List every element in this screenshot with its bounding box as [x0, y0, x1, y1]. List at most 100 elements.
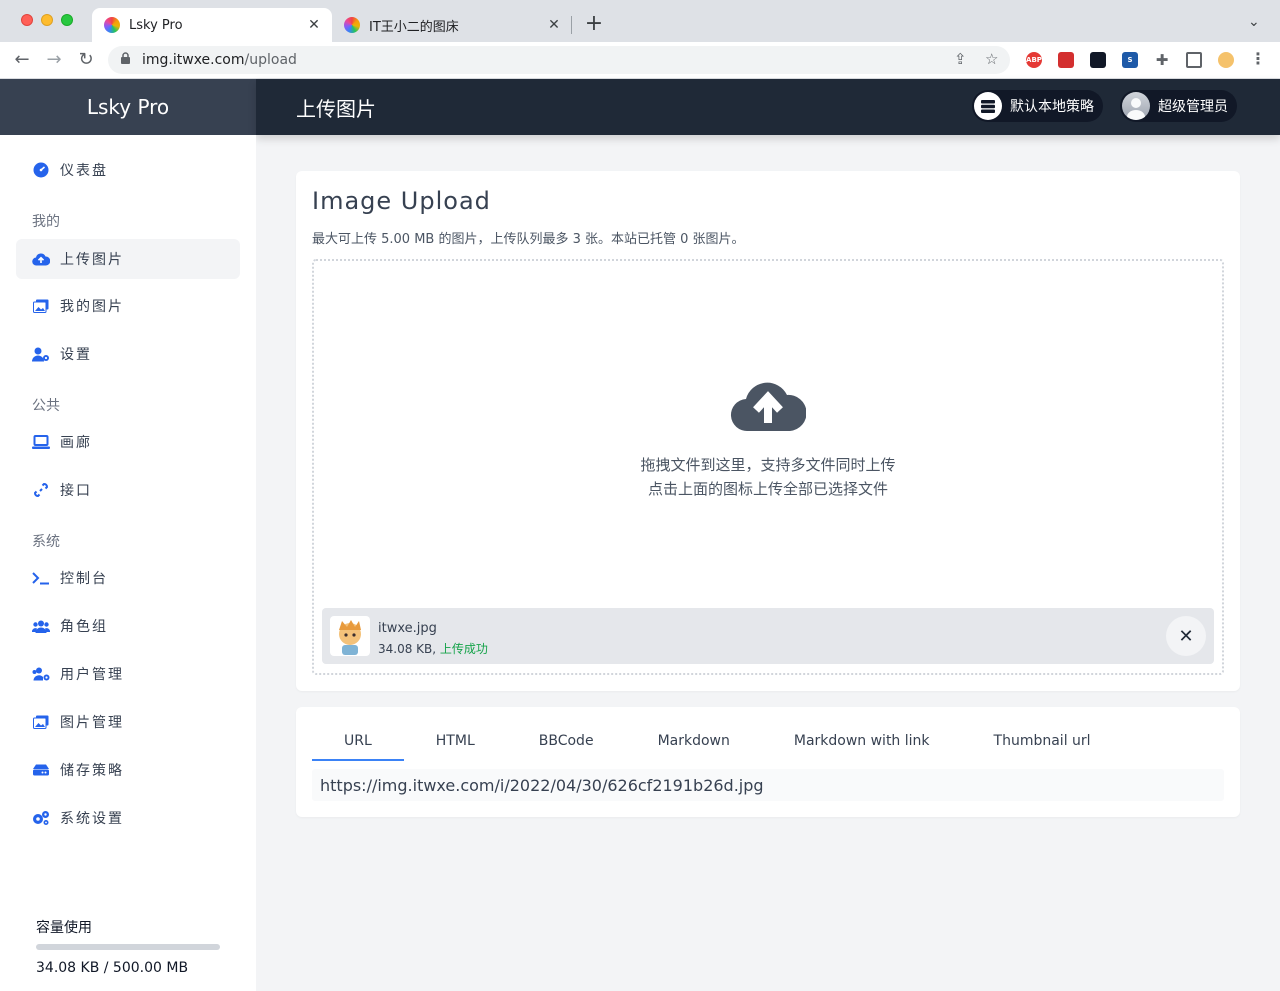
- browser-tab-lsky[interactable]: Lsky Pro ✕: [92, 8, 332, 42]
- terminal-icon: [32, 569, 50, 587]
- tab-bbcode[interactable]: BBCode: [507, 723, 626, 761]
- sidebar-item-api[interactable]: 接口: [16, 470, 240, 510]
- sidebar-item-label: 角色组: [60, 619, 108, 635]
- strategy-label: 默认本地策略: [1010, 99, 1094, 115]
- user-cog-icon: [32, 345, 50, 363]
- sidebar-item-label: 画廊: [60, 435, 92, 451]
- upload-title: Image Upload: [312, 187, 491, 215]
- laptop-icon: [32, 433, 50, 451]
- back-arrow-icon[interactable]: ←: [11, 49, 33, 71]
- capacity-text: 34.08 KB / 500.00 MB: [36, 960, 189, 976]
- sidebar-item-label: 我的图片: [60, 299, 124, 315]
- file-name: itwxe.jpg: [378, 621, 437, 636]
- link-icon: [32, 481, 50, 499]
- s-extension-icon[interactable]: S: [1122, 52, 1138, 68]
- sidebar-item-label: 设置: [60, 347, 92, 363]
- tab-html[interactable]: HTML: [404, 723, 507, 761]
- sidebar-item-roles[interactable]: 角色组: [16, 606, 240, 646]
- extensions-puzzle-icon[interactable]: ✚: [1154, 52, 1170, 68]
- close-window-button[interactable]: [21, 14, 33, 26]
- section-label-system: 系统: [32, 534, 60, 550]
- user-menu-button[interactable]: 超级管理员: [1120, 90, 1237, 122]
- lock-icon: [120, 52, 131, 68]
- close-tab-icon[interactable]: ✕: [546, 17, 562, 33]
- address-bar[interactable]: img.itwxe.com/upload ⇪ ☆: [108, 46, 1010, 74]
- dashboard-gauge-icon: [32, 161, 50, 179]
- profile-avatar-icon[interactable]: [1218, 52, 1234, 68]
- sidebar-item-system-settings[interactable]: 系统设置: [16, 798, 240, 838]
- tab-markdown-with-link[interactable]: Markdown with link: [762, 723, 962, 761]
- images-icon: [32, 297, 50, 315]
- pdf-extension-icon[interactable]: [1058, 52, 1074, 68]
- url-host: img.itwxe.com: [142, 52, 245, 68]
- sidebar-item-settings[interactable]: 设置: [16, 334, 240, 374]
- server-icon: [974, 92, 1002, 120]
- link-format-tabs: URL HTML BBCode Markdown Markdown with l…: [312, 723, 1123, 761]
- drop-instruction-line-1: 拖拽文件到这里，支持多文件同时上传: [640, 456, 896, 474]
- file-meta: 34.08 KB, 上传成功: [378, 640, 488, 657]
- sidebar-item-label: 储存策略: [60, 763, 124, 779]
- share-icon[interactable]: ⇪: [954, 50, 967, 68]
- app-header: 上传图片 默认本地策略 超级管理员: [256, 79, 1280, 135]
- file-status: 上传成功: [439, 642, 488, 656]
- tab-thumbnail-url[interactable]: Thumbnail url: [962, 723, 1123, 761]
- tab-url[interactable]: URL: [312, 723, 404, 761]
- images-icon: [32, 713, 50, 731]
- browser-toolbar: ← → ↻ img.itwxe.com/upload ⇪ ☆ ABP S ✚ ⋮: [0, 42, 1280, 79]
- user-label: 超级管理员: [1158, 99, 1228, 115]
- sidebar-item-upload[interactable]: 上传图片: [16, 239, 240, 279]
- sidebar-item-gallery[interactable]: 画廊: [16, 422, 240, 462]
- close-icon: ✕: [1178, 625, 1194, 647]
- side-panel-icon[interactable]: [1186, 52, 1202, 68]
- upload-dropzone[interactable]: 拖拽文件到这里，支持多文件同时上传 点击上面的图标上传全部已选择文件 itwxe…: [312, 259, 1224, 675]
- users-cog-icon: [32, 665, 50, 683]
- app-brand[interactable]: Lsky Pro: [0, 79, 256, 135]
- address-url: img.itwxe.com/upload: [142, 52, 297, 68]
- section-label-public: 公共: [32, 398, 60, 414]
- link-output-field[interactable]: https://img.itwxe.com/i/2022/04/30/626cf…: [312, 769, 1224, 801]
- reload-icon[interactable]: ↻: [75, 49, 97, 71]
- capacity-progress-bar: [36, 944, 220, 950]
- close-tab-icon[interactable]: ✕: [306, 17, 322, 33]
- cloud-upload-icon[interactable]: [730, 377, 807, 437]
- upload-subtitle: 最大可上传 5.00 MB 的图片，上传队列最多 3 张。本站已托管 0 张图片…: [312, 232, 745, 247]
- sidebar-item-user-mgmt[interactable]: 用户管理: [16, 654, 240, 694]
- adblock-extension-icon[interactable]: ABP: [1026, 52, 1042, 68]
- sidebar-item-image-mgmt[interactable]: 图片管理: [16, 702, 240, 742]
- browser-menu-icon[interactable]: ⋮: [1250, 51, 1266, 68]
- sidebar-item-label: 上传图片: [60, 252, 124, 268]
- strategy-selector-button[interactable]: 默认本地策略: [972, 90, 1103, 122]
- sidebar: 仪表盘 我的 上传图片 我的图片 设置 公共 画廊 接口 系统 控制台 角色组 …: [0, 135, 256, 991]
- upload-file-item: itwxe.jpg 34.08 KB, 上传成功 ✕: [322, 608, 1214, 664]
- sidebar-item-label: 仪表盘: [60, 163, 108, 179]
- cogs-icon: [32, 809, 50, 827]
- forward-arrow-icon[interactable]: →: [43, 49, 65, 71]
- maximize-window-button[interactable]: [61, 14, 73, 26]
- page-title: 上传图片: [296, 97, 376, 121]
- minimize-window-button[interactable]: [41, 14, 53, 26]
- links-card: URL HTML BBCode Markdown Markdown with l…: [296, 707, 1240, 817]
- bookmark-star-icon[interactable]: ☆: [985, 50, 998, 68]
- capacity-label: 容量使用: [36, 920, 92, 936]
- lsky-favicon-icon: [104, 17, 120, 33]
- sidebar-item-my-images[interactable]: 我的图片: [16, 286, 240, 326]
- remove-file-button[interactable]: ✕: [1166, 616, 1206, 656]
- tab-search-chevron-icon[interactable]: ⌄: [1248, 14, 1260, 30]
- sidebar-item-label: 系统设置: [60, 811, 124, 827]
- users-group-icon: [32, 617, 50, 635]
- cloud-upload-icon: [32, 250, 50, 268]
- sidebar-item-console[interactable]: 控制台: [16, 558, 240, 598]
- browser-tab-title: Lsky Pro: [129, 17, 183, 33]
- upload-card: Image Upload 最大可上传 5.00 MB 的图片，上传队列最多 3 …: [296, 171, 1240, 691]
- sidebar-item-label: 图片管理: [60, 715, 124, 731]
- new-tab-button[interactable]: +: [584, 12, 604, 36]
- tab-divider: [571, 16, 572, 34]
- tab-markdown[interactable]: Markdown: [626, 723, 762, 761]
- browser-tab-itwxe[interactable]: IT王小二的图床 ✕: [332, 8, 572, 42]
- sidebar-item-dashboard[interactable]: 仪表盘: [16, 150, 240, 190]
- sidebar-item-storage[interactable]: 储存策略: [16, 750, 240, 790]
- sidebar-item-label: 控制台: [60, 571, 108, 587]
- tampermonkey-extension-icon[interactable]: [1090, 52, 1106, 68]
- file-size: 34.08 KB,: [378, 642, 437, 656]
- hard-drive-icon: [32, 761, 50, 779]
